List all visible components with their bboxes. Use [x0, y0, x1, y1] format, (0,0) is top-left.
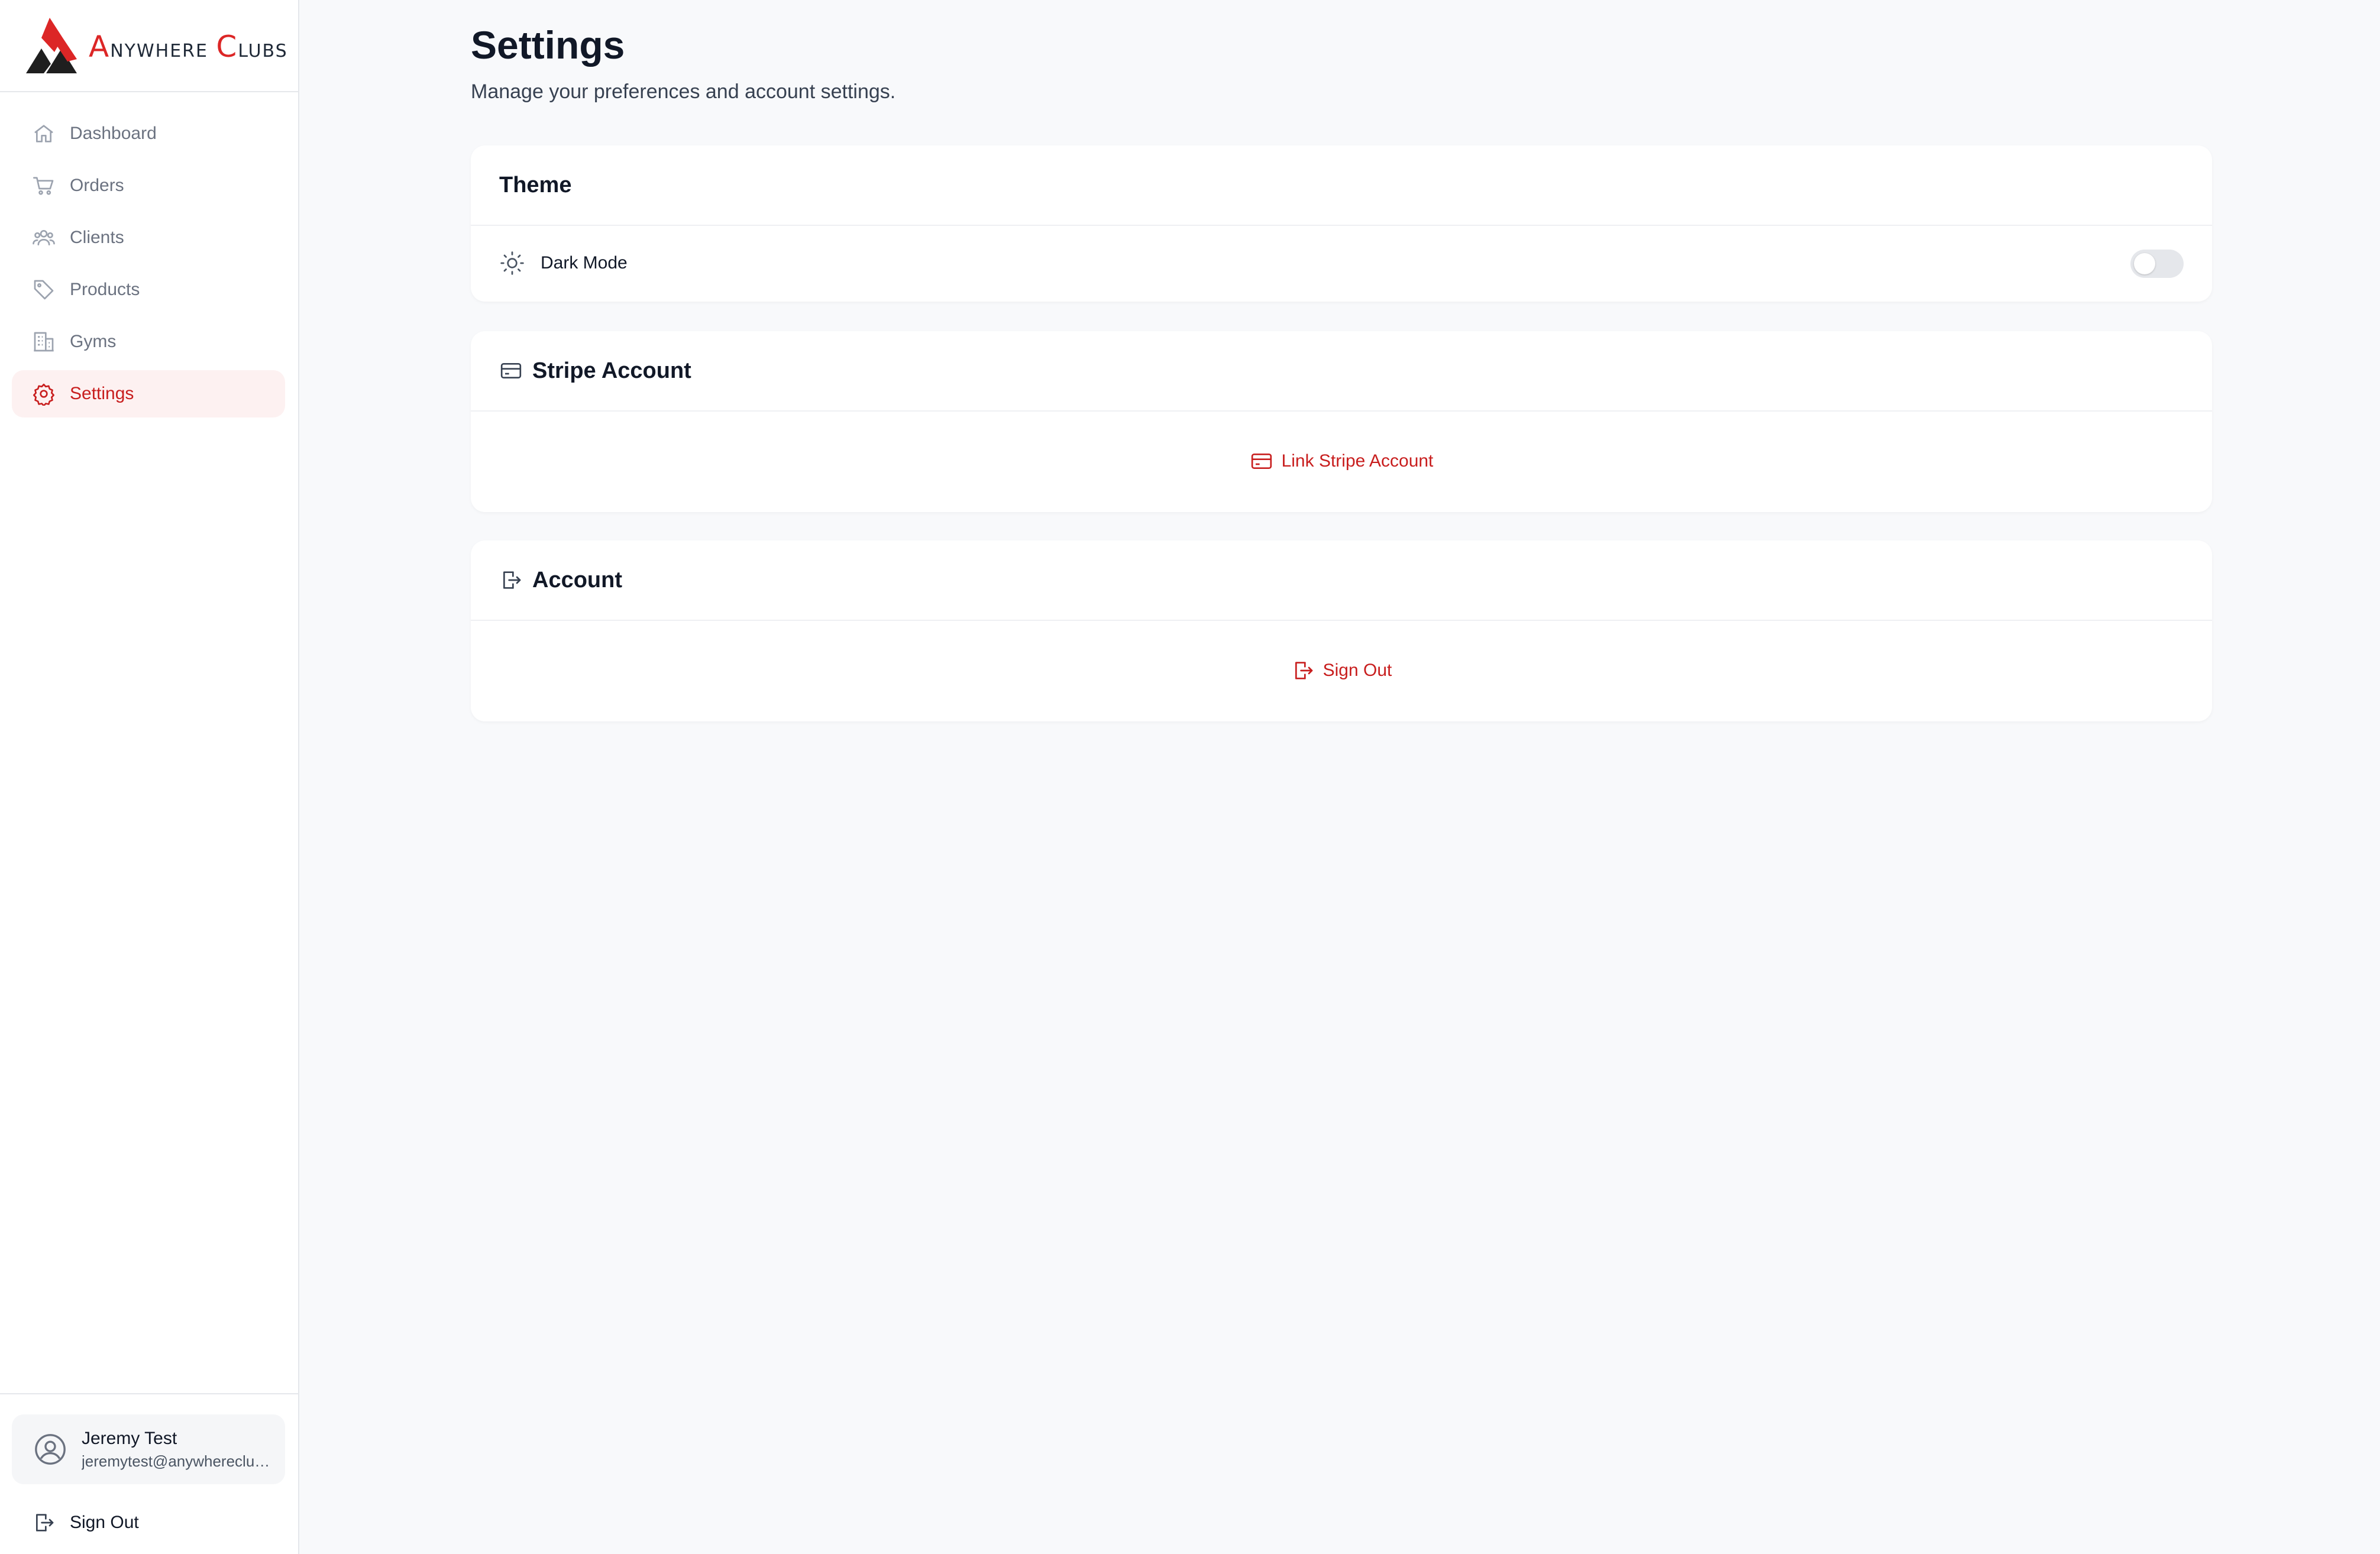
- sidebar-item-label: Clients: [70, 228, 124, 247]
- sidebar-nav: Dashboard Orders Clients Products Gyms S…: [12, 110, 285, 422]
- sidebar-item-label: Orders: [70, 176, 124, 195]
- stripe-card-title: Stripe Account: [532, 358, 691, 383]
- sign-out-icon: [1291, 659, 1315, 682]
- tag-icon: [32, 278, 56, 302]
- sign-out-button[interactable]: Sign Out: [1291, 659, 1392, 682]
- user-name: Jeremy Test: [82, 1428, 177, 1448]
- building-icon: [32, 330, 56, 354]
- sidebar-footer: Jeremy Test jeremytest@anywhereclubs.com…: [0, 1393, 298, 1554]
- brand-word-anywhere: NYWHERE: [110, 41, 208, 61]
- stripe-action-row: Link Stripe Account: [471, 412, 2212, 511]
- theme-card-title: Theme: [499, 172, 572, 198]
- sidebar-item-gyms[interactable]: Gyms: [12, 318, 285, 365]
- page-title: Settings: [471, 23, 625, 67]
- anywhere-clubs-logo: [26, 18, 77, 73]
- credit-card-icon: [499, 359, 523, 383]
- theme-card: Theme Dark Mode: [471, 145, 2212, 302]
- sidebar-item-label: Products: [70, 280, 140, 299]
- sun-icon: [499, 250, 525, 276]
- sidebar-item-label: Gyms: [70, 332, 117, 351]
- sign-out-icon: [32, 1511, 56, 1534]
- sidebar-item-label: Settings: [70, 384, 134, 403]
- brand-initial-c: C: [216, 30, 238, 64]
- link-stripe-account-button[interactable]: Link Stripe Account: [1250, 449, 1434, 473]
- stripe-account-card: Stripe Account Link Stripe Account: [471, 331, 2212, 512]
- user-info: Jeremy Test jeremytest@anywhereclubs.com: [82, 1429, 271, 1471]
- sign-out-label: Sign Out: [1322, 661, 1392, 680]
- user-email: jeremytest@anywhereclubs.com: [82, 1452, 271, 1470]
- page-subtitle: Manage your preferences and account sett…: [471, 80, 896, 103]
- theme-card-header: Theme: [471, 145, 2212, 226]
- brand-header[interactable]: ANYWHERE CLUBS: [0, 0, 298, 92]
- link-stripe-account-label: Link Stripe Account: [1281, 451, 1434, 471]
- sidebar-item-settings[interactable]: Settings: [12, 370, 285, 417]
- toggle-knob: [2134, 253, 2155, 274]
- app-root: ANYWHERE CLUBS Dashboard Orders Clients …: [0, 0, 2380, 1554]
- users-icon: [32, 226, 56, 250]
- cart-icon: [32, 174, 56, 198]
- sidebar-item-clients[interactable]: Clients: [12, 214, 285, 261]
- sidebar-sign-out-label: Sign Out: [70, 1513, 139, 1532]
- dark-mode-row: Dark Mode: [471, 226, 2212, 300]
- stripe-card-header: Stripe Account: [471, 331, 2212, 412]
- account-action-row: Sign Out: [471, 621, 2212, 720]
- account-card-title: Account: [532, 567, 622, 593]
- user-profile-card[interactable]: Jeremy Test jeremytest@anywhereclubs.com: [12, 1414, 285, 1484]
- avatar: [33, 1432, 67, 1466]
- brand-initial-a: A: [89, 30, 111, 64]
- brand-name: ANYWHERE CLUBS: [89, 30, 288, 64]
- sidebar-sign-out-button[interactable]: Sign Out: [12, 1502, 285, 1543]
- sidebar-item-dashboard[interactable]: Dashboard: [12, 110, 285, 157]
- sidebar-item-products[interactable]: Products: [12, 266, 285, 313]
- account-card-header: Account: [471, 540, 2212, 621]
- sidebar-item-orders[interactable]: Orders: [12, 162, 285, 209]
- account-card: Account Sign Out: [471, 540, 2212, 721]
- sidebar: ANYWHERE CLUBS Dashboard Orders Clients …: [0, 0, 299, 1554]
- home-icon: [32, 122, 56, 145]
- gear-icon: [32, 382, 56, 406]
- credit-card-icon: [1250, 449, 1273, 473]
- sign-out-icon: [499, 568, 523, 592]
- dark-mode-label: Dark Mode: [541, 253, 628, 273]
- sidebar-item-label: Dashboard: [70, 124, 157, 143]
- dark-mode-toggle[interactable]: [2130, 250, 2184, 278]
- brand-word-clubs: LUBS: [238, 41, 288, 61]
